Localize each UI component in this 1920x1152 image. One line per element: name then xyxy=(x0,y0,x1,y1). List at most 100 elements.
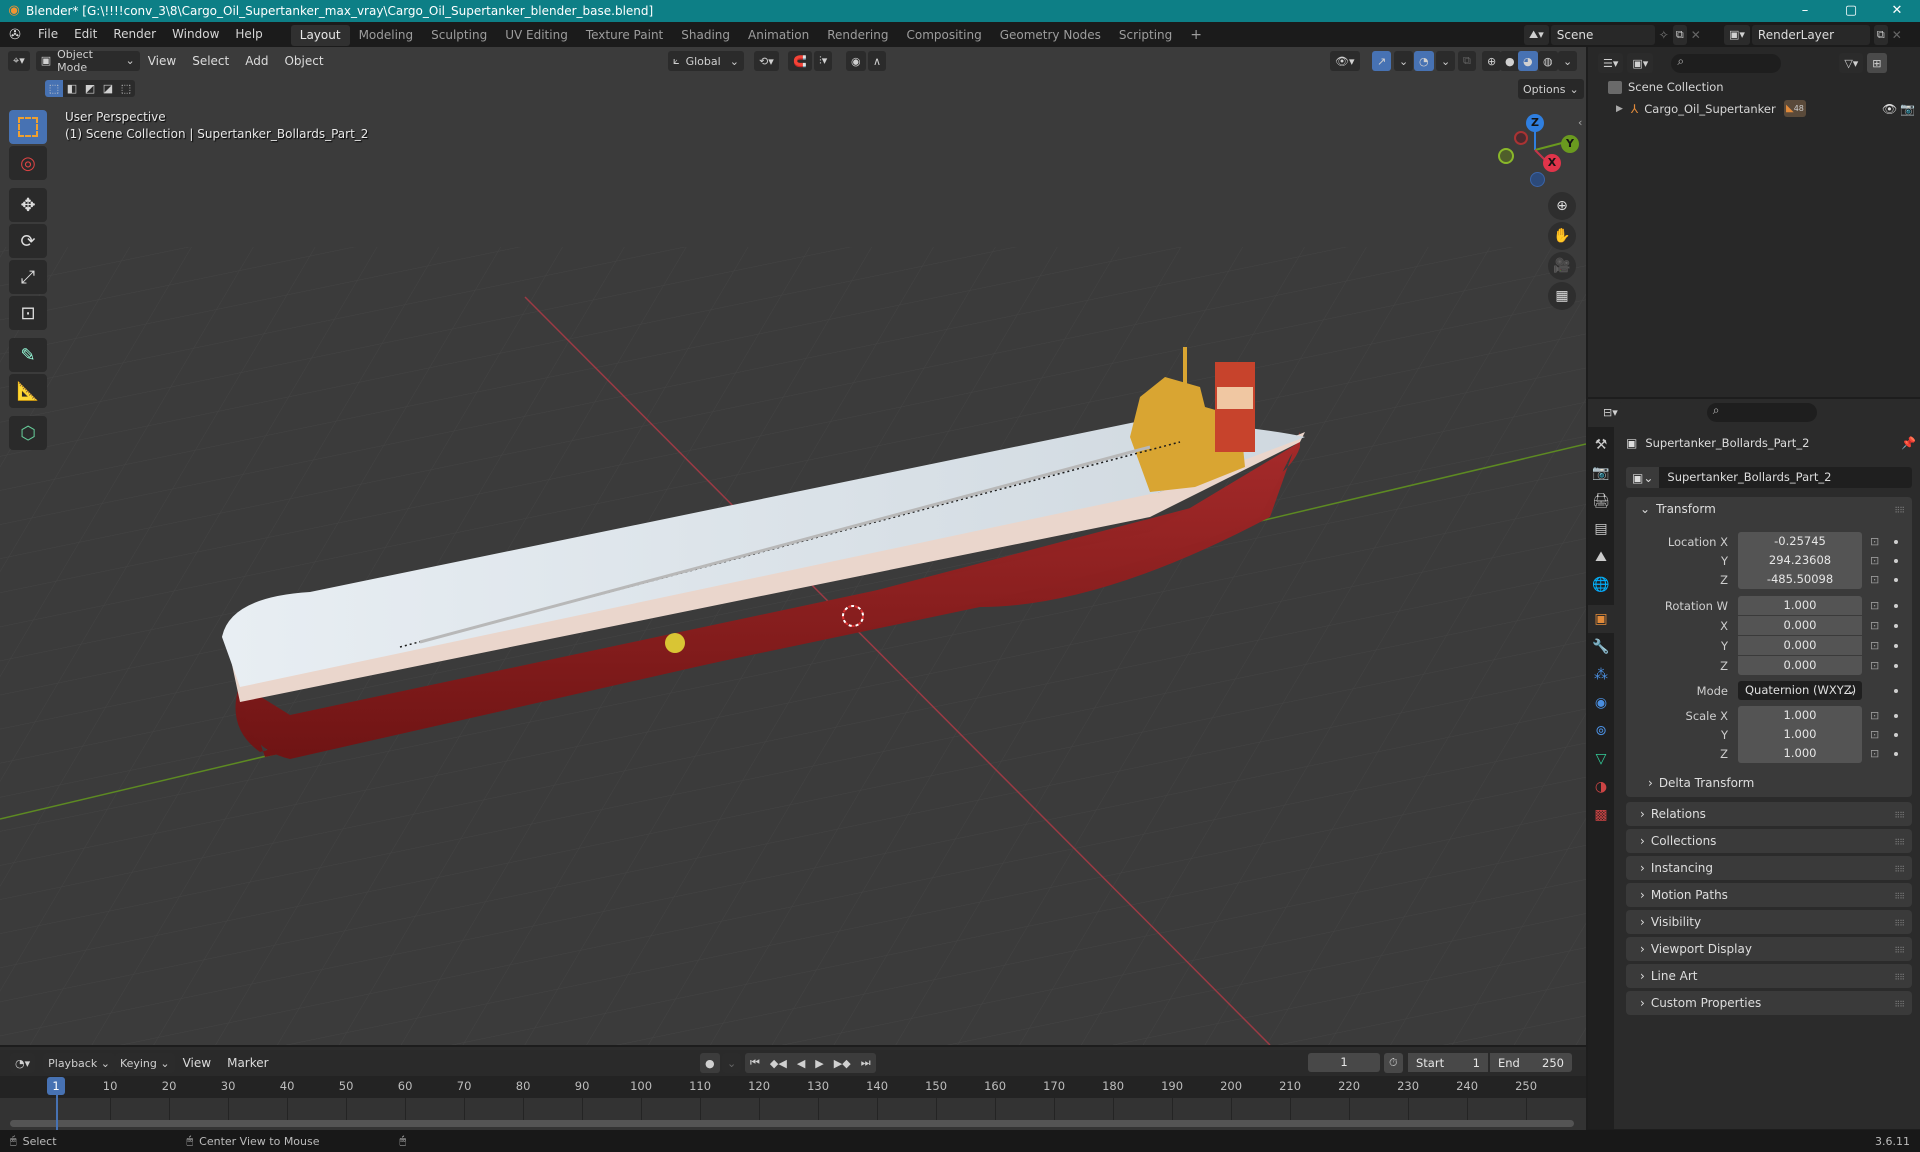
tab-physics-icon[interactable]: ◉ xyxy=(1588,689,1614,717)
keying-menu[interactable]: Keying ⌄ xyxy=(114,1053,175,1073)
gizmo-toggle-icon[interactable]: ↗ xyxy=(1372,51,1392,71)
solid-shading-icon[interactable]: ● xyxy=(1500,51,1520,71)
keyframe-dot-icon[interactable] xyxy=(1894,733,1898,737)
scale-z-field[interactable]: 1.000 xyxy=(1738,744,1862,763)
tab-output-icon[interactable]: 🖨 xyxy=(1588,487,1614,515)
keyframe-dot-icon[interactable] xyxy=(1894,604,1898,608)
playback-menu[interactable]: Playback ⌄ xyxy=(43,1053,115,1073)
zoom-view-icon[interactable]: ⊕ xyxy=(1548,192,1576,220)
scale-tool[interactable]: ⤢ xyxy=(9,260,47,294)
tab-rendering[interactable]: Rendering xyxy=(818,25,897,46)
falloff-icon[interactable]: ∧ xyxy=(868,51,887,71)
drag-handle-icon[interactable]: ⠿⠿ xyxy=(1894,1000,1905,1009)
scene-icon[interactable]: ⛰▾ xyxy=(1524,24,1549,45)
xray-toggle-icon[interactable]: ⧉ xyxy=(1458,51,1476,71)
outliner-filter-icon[interactable]: ▽▾ xyxy=(1839,53,1864,73)
tab-texture-icon[interactable]: ▩ xyxy=(1588,801,1614,829)
tab-texture-paint[interactable]: Texture Paint xyxy=(577,25,672,46)
keyframe-dot-icon[interactable] xyxy=(1894,624,1898,628)
viewport-menu-view[interactable]: View xyxy=(140,54,184,68)
add-workspace-button[interactable]: + xyxy=(1181,25,1211,46)
transform-orientation-dropdown[interactable]: ⟀ Global ⌄ xyxy=(668,51,744,71)
cursor-tool[interactable]: ◎ xyxy=(9,146,47,180)
overlay-dropdown[interactable]: ⌄ xyxy=(1436,51,1456,71)
viewport-menu-object[interactable]: Object xyxy=(276,54,331,68)
close-button[interactable]: ✕ xyxy=(1874,0,1920,22)
rotation-z-field[interactable]: 0.000 xyxy=(1738,656,1862,675)
timeline-view-menu[interactable]: View xyxy=(175,1056,219,1070)
tab-particles-icon[interactable]: ⁂ xyxy=(1588,661,1614,689)
play-reverse-icon[interactable]: ◀ xyxy=(792,1053,810,1073)
playhead-frame-indicator[interactable]: 1 xyxy=(47,1077,65,1095)
blender-menu-icon[interactable]: ✇ xyxy=(0,27,30,43)
sidebar-toggle-icon[interactable]: ‹ xyxy=(1578,116,1582,129)
select-subtract-icon[interactable]: ◩ xyxy=(81,80,99,97)
viewport-display-panel[interactable]: › Viewport Display ⠿⠿ xyxy=(1626,937,1912,961)
gizmo-z-axis[interactable]: Z xyxy=(1526,114,1544,132)
options-dropdown[interactable]: Options ⌄ xyxy=(1518,79,1584,99)
drag-handle-icon[interactable]: ⠿⠿ xyxy=(1894,811,1905,820)
select-intersect-icon[interactable]: ⬚ xyxy=(117,80,135,97)
prev-keyframe-icon[interactable]: ◆◀ xyxy=(765,1053,792,1073)
menu-help[interactable]: Help xyxy=(227,22,270,47)
keyframe-dot-icon[interactable] xyxy=(1894,752,1898,756)
outliner-search-input[interactable]: ⌕ xyxy=(1671,53,1782,73)
keyframe-dot-icon[interactable] xyxy=(1894,664,1898,668)
rotation-mode-dropdown[interactable]: Quaternion (WXYZ) ⌄ xyxy=(1738,681,1862,700)
properties-options-dropdown[interactable]: ⌄ xyxy=(1912,402,1920,422)
transform-panel-header[interactable]: ⌄ Transform xyxy=(1626,497,1912,521)
remove-view-layer-icon[interactable]: ✕ xyxy=(1892,28,1902,42)
auto-keying-record-icon[interactable]: ● xyxy=(700,1053,720,1073)
tab-render-icon[interactable]: 📷 xyxy=(1588,459,1614,487)
measure-tool[interactable]: 📐 xyxy=(9,374,47,408)
menu-window[interactable]: Window xyxy=(164,22,227,47)
gizmo-x-axis[interactable]: X xyxy=(1543,154,1561,172)
rendered-shading-icon[interactable]: ◍ xyxy=(1538,51,1558,71)
current-frame-field[interactable]: 1 xyxy=(1308,1053,1380,1072)
tab-animation[interactable]: Animation xyxy=(739,25,818,46)
tab-uv-editing[interactable]: UV Editing xyxy=(496,25,577,46)
minimize-button[interactable]: – xyxy=(1782,0,1828,22)
lock-icon[interactable]: ⊡ xyxy=(1870,659,1879,672)
camera-view-icon[interactable]: 🎥 xyxy=(1548,252,1576,280)
tab-tool-icon[interactable]: ⚒ xyxy=(1588,431,1614,459)
keyframe-dot-icon[interactable] xyxy=(1894,644,1898,648)
lock-icon[interactable]: ⊡ xyxy=(1870,535,1879,548)
new-scene-icon[interactable]: ⧉ xyxy=(1672,24,1687,45)
keyframe-dot-icon[interactable] xyxy=(1894,714,1898,718)
select-new-icon[interactable]: ⬚ xyxy=(45,80,63,97)
gizmo-y-axis[interactable]: Y xyxy=(1561,135,1579,153)
gizmo-dropdown[interactable]: ⌄ xyxy=(1394,51,1414,71)
play-icon[interactable]: ▶ xyxy=(810,1053,828,1073)
render-camera-icon[interactable]: 📷 xyxy=(1900,102,1915,116)
object-visibility-button[interactable]: 👁▾ xyxy=(1330,51,1360,71)
transform-tool[interactable]: ⊡ xyxy=(9,296,47,330)
material-preview-shading-icon[interactable]: ◕ xyxy=(1518,51,1538,71)
select-extend-icon[interactable]: ◧ xyxy=(63,80,81,97)
timeline-scrollbar[interactable] xyxy=(10,1120,1574,1127)
gizmo-neg-y-axis[interactable] xyxy=(1498,148,1514,164)
lock-icon[interactable]: ⊡ xyxy=(1870,747,1879,760)
instancing-panel[interactable]: › Instancing ⠿⠿ xyxy=(1626,856,1912,880)
tab-world-icon[interactable]: 🌐 xyxy=(1588,571,1614,599)
keyframe-dot-icon[interactable] xyxy=(1894,689,1898,693)
drag-handle-icon[interactable]: ⠿⠿ xyxy=(1894,946,1905,955)
location-y-field[interactable]: 294.23608 xyxy=(1738,551,1862,570)
select-box-tool[interactable] xyxy=(9,110,47,144)
lock-icon[interactable]: ⊡ xyxy=(1870,639,1879,652)
motion-paths-panel[interactable]: › Motion Paths ⠿⠿ xyxy=(1626,883,1912,907)
playhead-line[interactable] xyxy=(56,1095,58,1130)
tab-modifiers-wrench-icon[interactable]: 🔧 xyxy=(1588,633,1614,661)
gizmo-neg-x-axis[interactable] xyxy=(1514,131,1528,145)
menu-edit[interactable]: Edit xyxy=(66,22,105,47)
start-frame-field[interactable]: Start 1 xyxy=(1408,1053,1488,1072)
jump-start-icon[interactable]: ⏮ xyxy=(745,1053,765,1073)
end-frame-field[interactable]: End 250 xyxy=(1490,1053,1572,1072)
scene-name-field[interactable]: Scene xyxy=(1550,24,1655,45)
outliner-display-mode-icon[interactable]: ▣▾ xyxy=(1627,53,1654,73)
rotation-x-field[interactable]: 0.000 xyxy=(1738,616,1862,635)
expand-arrow-icon[interactable]: ▶ xyxy=(1616,104,1623,114)
pan-view-hand-icon[interactable]: ✋ xyxy=(1548,222,1576,250)
visibility-panel[interactable]: › Visibility ⠿⠿ xyxy=(1626,910,1912,934)
proportional-edit-icon[interactable]: ◉ xyxy=(846,51,866,71)
